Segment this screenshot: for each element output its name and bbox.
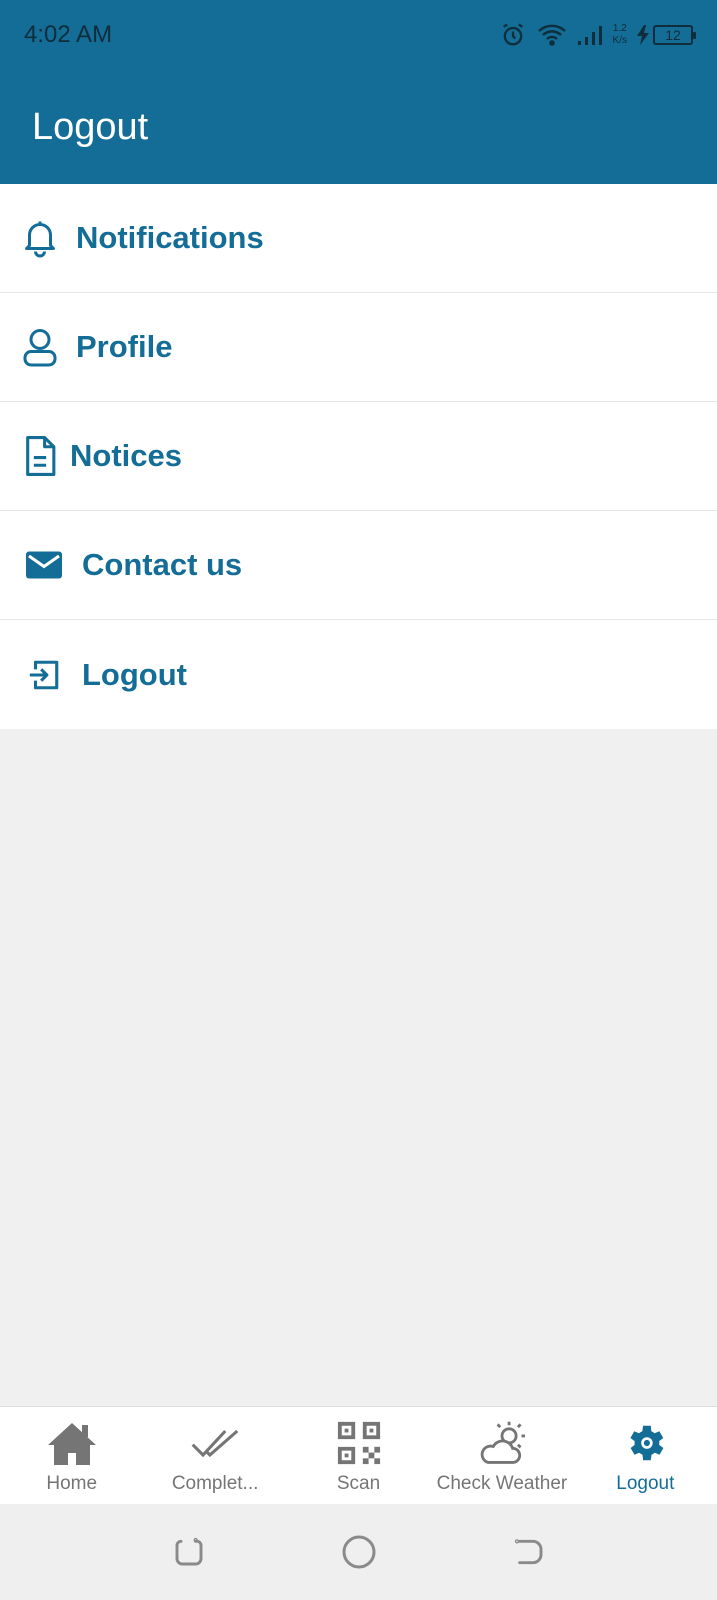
tab-label: Scan [336, 1473, 381, 1494]
tab-label: Home [46, 1473, 98, 1494]
weather-icon [476, 1419, 528, 1467]
user-icon [20, 327, 60, 367]
status-time: 4:02 AM [24, 21, 113, 48]
tab-check-weather[interactable]: Check Weather [430, 1407, 573, 1504]
tab-home[interactable]: Home [0, 1407, 143, 1504]
tab-label: Logout [616, 1473, 675, 1494]
battery: 12 [637, 25, 696, 45]
status-icons: 1.2 K/s 12 [499, 21, 696, 49]
menu-item-label: Logout [82, 656, 188, 692]
bell-icon [20, 218, 60, 258]
menu-item-contact-us[interactable]: Contact us [0, 511, 717, 620]
bottom-tab-bar: Home Complet... Scan Check Weather Logou… [0, 1406, 717, 1504]
menu-item-label: Contact us [82, 547, 243, 582]
system-nav-bar [0, 1504, 717, 1600]
home-circle-icon[interactable] [339, 1532, 379, 1572]
settings-menu: Notifications Profile Notices Contact us [0, 184, 717, 729]
menu-item-label: Profile [76, 329, 173, 364]
wifi-icon [537, 23, 567, 47]
document-icon [20, 436, 60, 476]
signal-icon [577, 24, 603, 46]
menu-item-notices[interactable]: Notices [0, 402, 717, 511]
home-icon [46, 1419, 98, 1467]
menu-item-logout[interactable]: Logout [0, 620, 717, 729]
page-title: Logout [32, 105, 149, 148]
menu-item-profile[interactable]: Profile [0, 293, 717, 402]
settings-gear-icon [619, 1419, 671, 1467]
charging-icon [637, 25, 649, 45]
status-bar: 4:02 AM 1.2 K/s 12 [0, 0, 717, 70]
tab-completed[interactable]: Complet... [143, 1407, 286, 1504]
tab-logout[interactable]: Logout [574, 1407, 717, 1504]
tab-label: Complet... [171, 1473, 259, 1494]
net-speed-unit: K/s [612, 35, 627, 46]
net-speed: 1.2 K/s [613, 23, 627, 47]
alarm-icon [499, 21, 527, 49]
menu-item-label: Notifications [76, 220, 264, 255]
menu-item-notifications[interactable]: Notifications [0, 184, 717, 293]
recents-icon[interactable] [169, 1532, 209, 1572]
menu-item-label: Notices [70, 438, 182, 473]
tab-scan[interactable]: Scan [287, 1407, 430, 1504]
double-check-icon [189, 1419, 241, 1467]
net-speed-value: 1.2 [612, 23, 627, 34]
logout-icon [24, 655, 64, 695]
battery-icon: 12 [653, 25, 696, 45]
qr-code-icon [333, 1419, 385, 1467]
mail-icon [24, 545, 64, 585]
app-bar: Logout [0, 70, 717, 184]
tab-label: Check Weather [436, 1473, 568, 1494]
back-icon[interactable] [509, 1532, 549, 1572]
